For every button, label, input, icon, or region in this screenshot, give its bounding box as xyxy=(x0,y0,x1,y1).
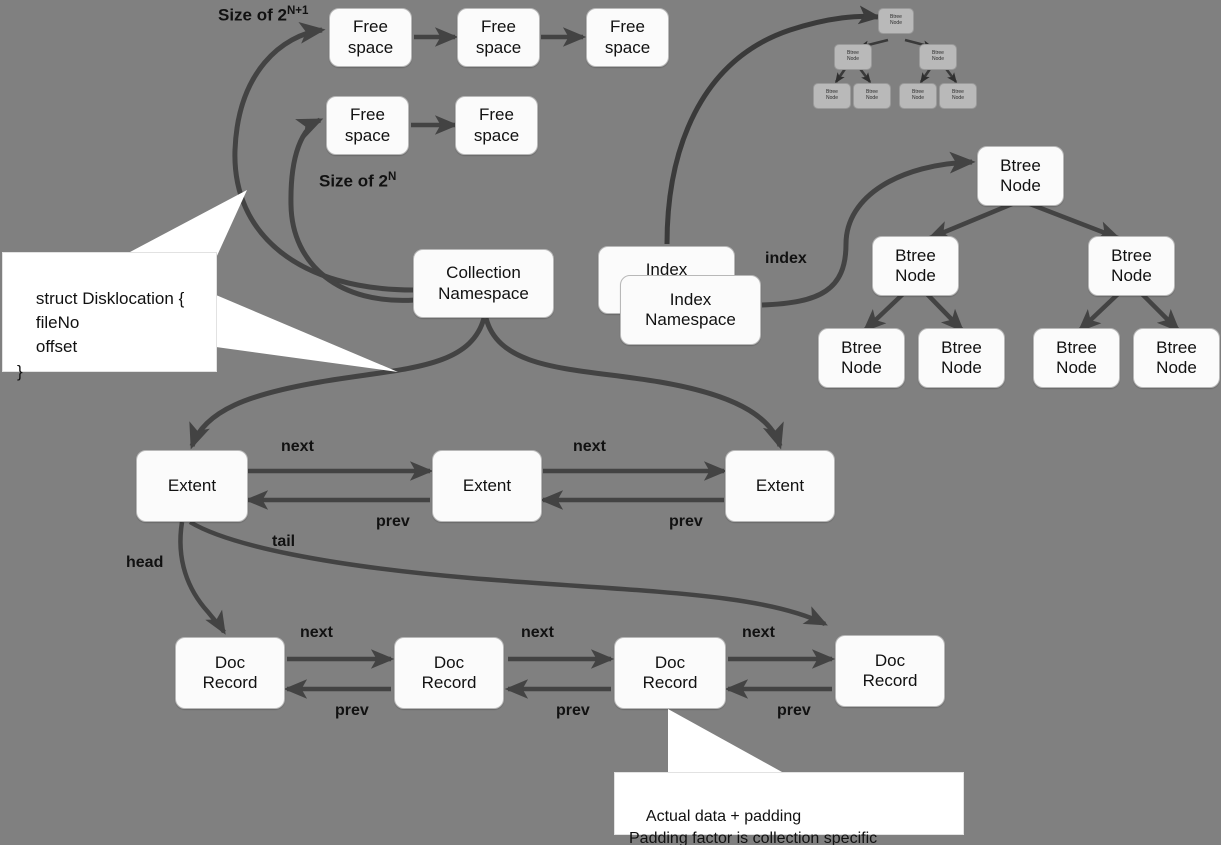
extent-prev-text-2: prev xyxy=(669,513,703,530)
doc-record-node-3-label: Doc Record xyxy=(642,652,698,692)
extent-node-1-label: Extent xyxy=(167,475,217,495)
doc-prev-text-1: prev xyxy=(335,702,369,719)
disklocation-callout: struct Disklocation { fileNo offset } xyxy=(2,252,217,381)
extent-tail-text: tail xyxy=(272,533,296,550)
btree-leaf-4-label: Btree Node xyxy=(1156,337,1197,377)
doc-record-node-4-label: Doc Record xyxy=(862,650,918,690)
mini-btree-leaf-1-label: Btree Node xyxy=(826,89,838,101)
edge-btree-l2a-left xyxy=(862,292,905,333)
doc-record-node-4[interactable]: Doc Record xyxy=(835,635,945,707)
doc-prev-label-1: prev xyxy=(335,702,369,720)
btree-node-l2[interactable]: Btree Node xyxy=(1088,236,1175,296)
doc-next-label-2: next xyxy=(521,624,554,642)
diagram-canvas: Free space Free space Free space Free sp… xyxy=(0,0,1221,845)
doc-next-text-1: next xyxy=(300,624,333,641)
extent-prev-label-1: prev xyxy=(376,513,410,531)
extent-next-label-1: next xyxy=(281,438,314,456)
extent-node-3-label: Extent xyxy=(755,475,805,495)
free-space-node-1[interactable]: Free space xyxy=(329,8,412,67)
edge-btree-root-right xyxy=(1029,201,1122,241)
btree-leaf-3[interactable]: Btree Node xyxy=(1033,328,1120,388)
free-space-node-5[interactable]: Free space xyxy=(455,96,538,155)
doc-record-node-1-label: Doc Record xyxy=(202,652,258,692)
free-space-node-1-label: Free space xyxy=(347,17,394,57)
doc-next-label-1: next xyxy=(300,624,333,642)
index-namespace-node-front[interactable]: Index Namespace xyxy=(620,275,761,345)
mini-btree-node-r-label: Btree Node xyxy=(932,50,944,62)
size-2n-exponent: N xyxy=(387,171,397,183)
edge-btree-l2b-right xyxy=(1140,292,1181,333)
mini-btree-root-label: Btree Node xyxy=(890,14,902,26)
doc-next-text-3: next xyxy=(742,624,775,641)
free-space-node-4-label: Free space xyxy=(344,105,391,145)
free-space-node-3[interactable]: Free space xyxy=(586,8,669,67)
btree-leaf-4[interactable]: Btree Node xyxy=(1133,328,1220,388)
btree-leaf-2[interactable]: Btree Node xyxy=(918,328,1005,388)
btree-node-l1-label: Btree Node xyxy=(895,245,936,285)
edge-btree-l2b-left xyxy=(1077,292,1120,333)
padding-callout-text: Actual data + padding Padding factor is … xyxy=(629,807,878,845)
doc-record-node-2[interactable]: Doc Record xyxy=(394,637,504,709)
size-2n1-text: Size of 2 xyxy=(218,5,287,25)
mini-btree-root: Btree Node xyxy=(878,8,914,34)
mini-btree-leaf-3: Btree Node xyxy=(899,83,937,109)
mini-btree-node-l: Btree Node xyxy=(834,44,872,70)
size-2n1-label: Size of 2N+1 xyxy=(218,5,308,26)
extent-next-label-2: next xyxy=(573,438,606,456)
index-edge-text: index xyxy=(765,250,807,267)
doc-prev-text-2: prev xyxy=(556,702,590,719)
free-space-node-2-label: Free space xyxy=(475,17,522,57)
padding-callout-tail xyxy=(610,700,970,780)
mini-btree-leaf-1: Btree Node xyxy=(813,83,851,109)
mini-btree-leaf-3-label: Btree Node xyxy=(912,89,924,101)
index-edge-label: index xyxy=(765,250,807,268)
doc-next-label-3: next xyxy=(742,624,775,642)
extent-node-2[interactable]: Extent xyxy=(432,450,542,522)
mini-btree-node-l-label: Btree Node xyxy=(847,50,859,62)
edge-btree-l2a-right xyxy=(925,292,965,333)
btree-root-label: Btree Node xyxy=(1000,155,1041,195)
extent-node-3[interactable]: Extent xyxy=(725,450,835,522)
free-space-node-2[interactable]: Free space xyxy=(457,8,540,67)
size-2n1-exponent: N+1 xyxy=(286,5,309,17)
collection-namespace-node[interactable]: Collection Namespace xyxy=(413,249,554,318)
extent-next-text-2: next xyxy=(573,438,606,455)
btree-leaf-1-label: Btree Node xyxy=(841,337,882,377)
free-space-node-5-label: Free space xyxy=(473,105,520,145)
mini-btree-leaf-4: Btree Node xyxy=(939,83,977,109)
extent-prev-text-1: prev xyxy=(376,513,410,530)
mini-btree-node-r: Btree Node xyxy=(919,44,957,70)
doc-next-text-2: next xyxy=(521,624,554,641)
edge-btree-root-left xyxy=(926,201,1013,241)
extent-next-text-1: next xyxy=(281,438,314,455)
index-namespace-front-label: Index Namespace xyxy=(645,289,736,329)
padding-callout: Actual data + padding Padding factor is … xyxy=(614,772,964,845)
doc-record-node-1[interactable]: Doc Record xyxy=(175,637,285,709)
btree-root[interactable]: Btree Node xyxy=(977,146,1064,206)
doc-record-node-3[interactable]: Doc Record xyxy=(614,637,726,709)
btree-node-l1[interactable]: Btree Node xyxy=(872,236,959,296)
extent-tail-label: tail xyxy=(272,533,295,551)
mini-btree-leaf-2-label: Btree Node xyxy=(866,89,878,101)
disklocation-callout-text: struct Disklocation { fileNo offset } xyxy=(17,289,185,381)
btree-leaf-3-label: Btree Node xyxy=(1056,337,1097,377)
doc-record-node-2-label: Doc Record xyxy=(421,652,477,692)
free-space-node-4[interactable]: Free space xyxy=(326,96,409,155)
btree-leaf-2-label: Btree Node xyxy=(941,337,982,377)
doc-prev-label-2: prev xyxy=(556,702,590,720)
mini-btree-leaf-2: Btree Node xyxy=(853,83,891,109)
extent-prev-label-2: prev xyxy=(669,513,703,531)
extent-head-label: head xyxy=(126,554,163,572)
free-space-node-3-label: Free space xyxy=(604,17,651,57)
edge-extent-head-to-doc1 xyxy=(178,521,226,635)
extent-node-1[interactable]: Extent xyxy=(136,450,248,522)
extent-node-2-label: Extent xyxy=(462,475,512,495)
collection-namespace-label: Collection Namespace xyxy=(438,263,529,303)
mini-btree-leaf-4-label: Btree Node xyxy=(952,89,964,101)
btree-leaf-1[interactable]: Btree Node xyxy=(818,328,905,388)
extent-head-text: head xyxy=(126,554,164,571)
btree-node-l2-label: Btree Node xyxy=(1111,245,1152,285)
